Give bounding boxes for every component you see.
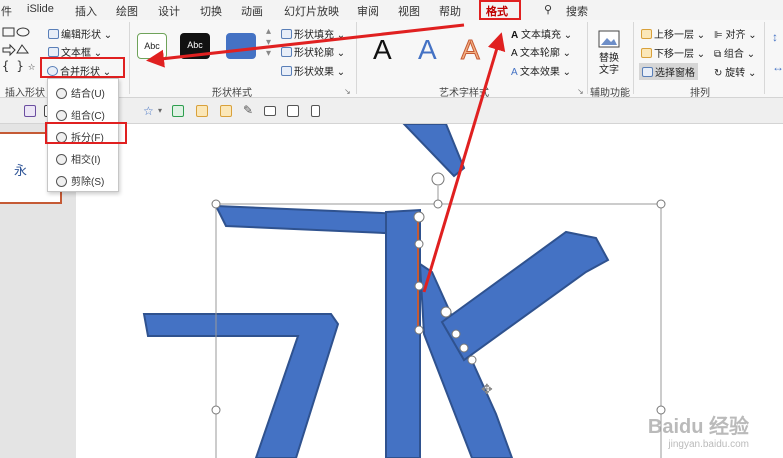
fragment-highlight — [45, 122, 127, 144]
combine-icon — [56, 110, 67, 121]
watermark-url: jingyan.baidu.com — [668, 439, 749, 450]
menu-item-union[interactable]: 结合(U) — [56, 85, 105, 100]
watermark-logo: Baidu 经验 — [647, 416, 749, 438]
intersect-icon — [56, 154, 67, 165]
menu-item-intersect[interactable]: 相交(I) — [56, 151, 100, 166]
annotation-arrows — [58, 23, 506, 293]
menu-item-combine[interactable]: 组合(C) — [56, 107, 105, 122]
union-icon — [56, 88, 67, 99]
subtract-icon — [56, 176, 67, 187]
watermark: Baidu 经验 jingyan.baidu.com — [648, 410, 749, 450]
menu-item-subtract[interactable]: 剪除(S) — [56, 173, 104, 188]
